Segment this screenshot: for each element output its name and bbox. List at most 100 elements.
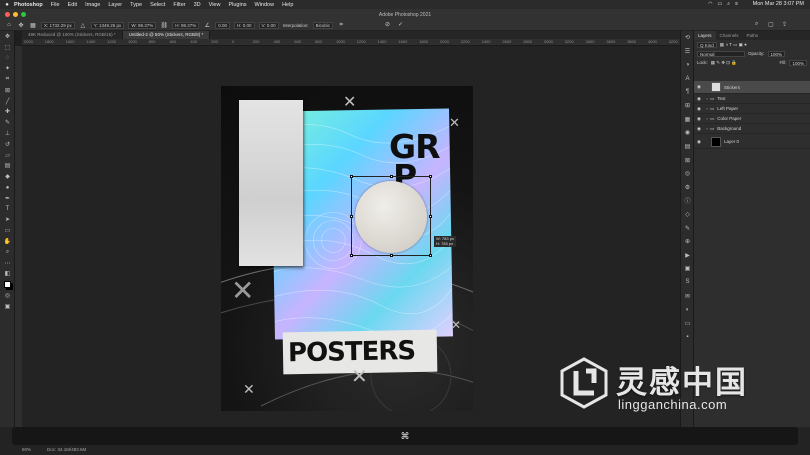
layer-row-layer-0[interactable]: ◉ Layer 0 [694,135,810,149]
zoom-tool-icon[interactable]: ⌕ [0,247,15,258]
menu-file[interactable]: File [51,2,60,8]
hskew-field[interactable]: H: 0.00 [234,21,255,29]
default-colors-icon[interactable]: ◧ [0,269,15,280]
screen-mode-icon[interactable]: ▣ [0,301,15,312]
interpolation-select[interactable]: Bicubic [312,21,334,29]
menu-edit[interactable]: Edit [68,2,77,8]
reference-point-icon[interactable]: ▦ [29,21,37,29]
hand-tool-icon[interactable]: ✋ [0,236,15,247]
color-swatches-icon[interactable] [0,279,15,290]
menu-plugins[interactable]: Plugins [228,2,246,8]
x-field[interactable]: X: 1732.29 px [41,21,75,29]
delta-icon[interactable]: △ [79,21,87,29]
angle-field[interactable]: 0.00 [215,21,231,29]
layer-row-left-paper[interactable]: ◉ › ▭ Left Paper [694,104,810,114]
apple-icon[interactable]: ● [0,2,14,8]
battery-icon[interactable]: ▭ [718,1,723,7]
tab-channels[interactable]: Channels [716,31,743,40]
kind-filter-select[interactable]: Q Kind [697,41,717,48]
menu-view[interactable]: View [209,2,221,8]
menu-image[interactable]: Image [85,2,100,8]
home-icon[interactable]: ⌂ [5,21,13,29]
marquee-tool-icon[interactable]: ⬚ [0,42,15,53]
lock-icons[interactable]: ▦ ✎ ✥ ⊡ 🔒 [711,60,737,66]
move-tool-icon[interactable]: ✥ [17,21,25,29]
magic-wand-tool-icon[interactable]: ✦ [0,63,15,74]
opacity-field[interactable]: 100% [767,50,786,57]
transform-handle[interactable] [429,215,432,218]
commit-transform-icon[interactable]: ✓ [398,21,403,28]
control-center-icon[interactable]: ≡ [735,1,738,7]
y-field[interactable]: Y: 1349.25 px [90,21,125,29]
tab-49k-reduced[interactable]: 49K Reduced @ 100% (Stickers, RGB/16) * [22,31,123,39]
menubar-clock[interactable]: Mon Mar 28 3:07 PM [753,1,804,7]
share-icon[interactable]: ⇪ [782,21,787,28]
eraser-tool-icon[interactable]: ▱ [0,150,15,161]
search-icon[interactable]: ⌕ [755,21,758,28]
layer-row-text[interactable]: ◉ › ▭ Text [694,94,810,104]
filter-icons[interactable]: ▦ ◑ T ▭ ▣ ● [720,42,747,48]
menu-help[interactable]: Help [282,2,293,8]
path-selection-icon[interactable]: ➤ [0,215,15,226]
transform-handle[interactable] [429,254,432,257]
document-size[interactable]: Doc: 34.1M/483.6M [47,447,86,452]
workspace-icon[interactable]: ▢ [768,21,774,28]
transform-handle[interactable] [350,175,353,178]
blend-mode-select[interactable]: Normal [697,50,745,57]
menu-photoshop[interactable]: Photoshop [14,2,43,8]
layer-row-stickers[interactable]: ◉ Stickers [694,81,810,94]
frame-tool-icon[interactable]: ⊠ [0,85,15,96]
link-icon[interactable]: ⛓ [160,21,168,29]
tab-layers[interactable]: Layers [694,31,716,40]
visibility-eye-icon[interactable]: ◉ [694,96,704,102]
layer-row-background[interactable]: ◉ › ▭ Background [694,124,810,134]
visibility-eye-icon[interactable]: ◉ [694,106,704,112]
transform-handle[interactable] [390,254,393,257]
layer-row-color-paper[interactable]: ◉ › ▭ Color Paper [694,114,810,124]
menu-type[interactable]: Type [130,2,142,8]
eyedropper-tool-icon[interactable]: ╱ [0,96,15,107]
transform-handle[interactable] [429,175,432,178]
tab-untitled-2[interactable]: Untitled-2 @ 50% (Stickers, RGB/8) * [122,31,211,39]
blur-tool-icon[interactable]: ◆ [0,171,15,182]
warp-icon[interactable]: ⌗ [337,21,345,29]
tab-paths[interactable]: Paths [743,31,763,40]
cancel-transform-icon[interactable]: ⊘ [385,21,390,28]
crop-tool-icon[interactable]: ⌗ [0,74,15,85]
history-brush-icon[interactable]: ↺ [0,139,15,150]
lasso-tool-icon[interactable]: ◌ [0,53,15,64]
pen-tool-icon[interactable]: ✒ [0,193,15,204]
menu-3d[interactable]: 3D [194,2,201,8]
fill-field[interactable]: 100% [789,59,807,66]
more-tools-icon[interactable]: ⋯ [0,258,15,269]
wifi-icon[interactable]: ◠ [708,1,712,7]
transform-handle[interactable] [390,175,393,178]
visibility-eye-icon[interactable]: ◉ [694,116,704,122]
height-field[interactable]: H: 98.37% [172,21,200,29]
width-field[interactable]: W: 98.37% [128,21,157,29]
menu-filter[interactable]: Filter [173,2,185,8]
menu-layer[interactable]: Layer [108,2,122,8]
shape-tool-icon[interactable]: ▭ [0,225,15,236]
vertical-ruler [15,46,22,427]
move-tool-icon[interactable]: ✥ [0,31,15,42]
stamp-tool-icon[interactable]: ⊥ [0,128,15,139]
zoom-level[interactable]: 50% [22,447,31,452]
poster-artboard[interactable]: GR P W: 783 px H: 783 px POSTERS ✕ ✕ ✕ ✕ ✕… [221,86,473,411]
visibility-eye-icon[interactable]: ◉ [694,84,704,90]
transform-handle[interactable] [350,254,353,257]
quick-mask-icon[interactable]: ◎ [0,290,15,301]
type-tool-icon[interactable]: T [0,204,15,215]
menu-select[interactable]: Select [150,2,165,8]
search-icon[interactable]: ⌕ [727,1,730,7]
visibility-eye-icon[interactable]: ◉ [694,126,704,132]
transform-handle[interactable] [350,215,353,218]
gradient-tool-icon[interactable]: ▤ [0,161,15,172]
vskew-field[interactable]: V: 0.00 [258,21,279,29]
healing-tool-icon[interactable]: ✚ [0,107,15,118]
brush-tool-icon[interactable]: ✎ [0,117,15,128]
transform-bounding-box[interactable] [350,175,432,257]
visibility-eye-icon[interactable]: ◉ [694,139,704,145]
menu-window[interactable]: Window [255,2,275,8]
dodge-tool-icon[interactable]: ● [0,182,15,193]
